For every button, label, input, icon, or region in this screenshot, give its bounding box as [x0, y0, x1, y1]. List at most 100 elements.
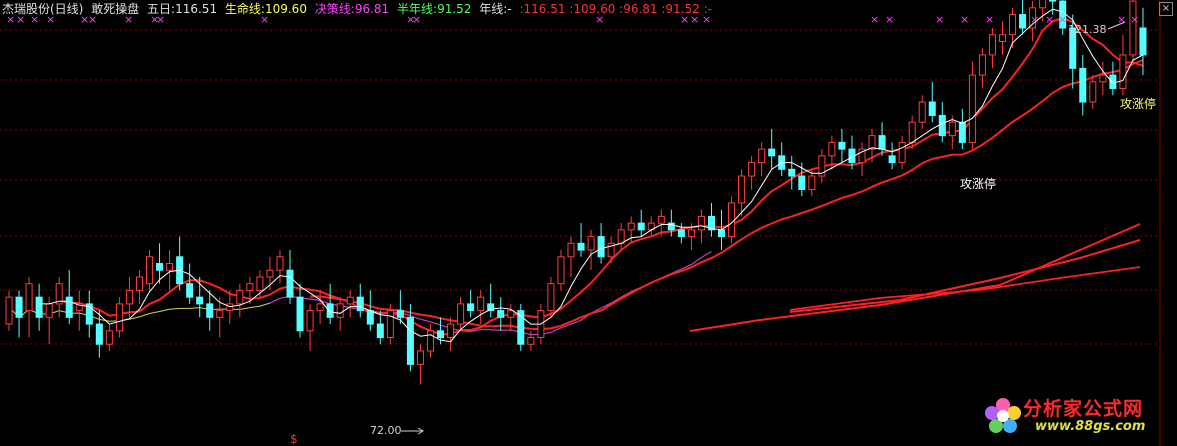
candle-37	[376, 310, 384, 345]
top-marker-19: ×	[960, 13, 969, 26]
candle-body	[376, 323, 384, 339]
candle-body	[938, 114, 946, 137]
dollar-marker: $	[290, 432, 298, 446]
candle-11	[115, 297, 123, 338]
candle-body	[527, 337, 535, 345]
candle-18	[186, 263, 194, 304]
candle-75	[758, 142, 766, 177]
candle-body	[768, 148, 776, 157]
candle-56	[567, 236, 575, 277]
candle-107	[1079, 54, 1087, 116]
life-line-value: 生命线:109.60	[224, 2, 307, 16]
candle-7	[75, 290, 83, 331]
ma5-line-series	[39, 8, 1144, 343]
candle-body	[888, 155, 896, 164]
candle-70	[707, 202, 715, 237]
candle-45	[457, 297, 465, 331]
candle-72	[728, 196, 736, 244]
candle-3	[35, 283, 43, 331]
candle-body	[988, 34, 996, 56]
candle-34	[346, 290, 354, 318]
half-year-line	[689, 223, 1141, 332]
candle-61	[617, 223, 625, 251]
candle-body	[868, 135, 876, 150]
top-marker-23: ×	[1058, 13, 1067, 26]
candle-body	[266, 269, 274, 278]
candle-60	[607, 236, 615, 264]
candle-body	[5, 296, 13, 325]
candle-64	[647, 216, 655, 237]
candle-body	[316, 303, 324, 312]
candle-30	[306, 303, 314, 351]
candle-body	[276, 256, 284, 271]
candle-76	[768, 128, 776, 170]
candle-body	[908, 121, 916, 143]
candle-110	[1109, 61, 1117, 96]
candle-8	[85, 290, 93, 338]
watermark-title: 分析家公式网	[1023, 398, 1144, 420]
candle-body	[838, 141, 846, 150]
candle-body	[978, 54, 986, 76]
year-line	[789, 239, 1141, 313]
grid-lines	[0, 0, 1161, 446]
half-year-line-value: 半年线:91.52	[397, 2, 472, 16]
candle-99	[998, 21, 1007, 55]
close-icon[interactable]: ×	[1159, 2, 1173, 16]
candle-46	[467, 290, 475, 318]
candle-112	[1129, 0, 1137, 62]
candle-87	[878, 122, 886, 156]
candle-body	[115, 303, 123, 332]
candlestick-chart[interactable]: × × × × ×× × ×× × ×× × × × × × × × × × × × × × × 121.3872.00攻涨…	[0, 0, 1177, 446]
candle-body	[1129, 0, 1137, 56]
candle-body	[135, 276, 143, 291]
candle-body	[567, 242, 575, 258]
candle-body	[758, 148, 766, 164]
candle-17	[176, 236, 184, 291]
candle-body	[306, 310, 314, 332]
candle-body	[356, 296, 364, 312]
high-price-label: 121.38	[1068, 23, 1107, 36]
candle-20	[206, 290, 214, 331]
candle-body	[697, 215, 705, 231]
candle-body	[507, 310, 515, 318]
candle-body	[156, 263, 164, 271]
candle-body	[1019, 14, 1027, 29]
top-marker-18: ×	[935, 13, 944, 26]
candle-9	[95, 310, 103, 358]
candle-body	[748, 162, 756, 177]
candle-55	[557, 250, 565, 291]
candle-body	[166, 263, 174, 271]
candle-body	[1099, 74, 1107, 83]
candle-body	[547, 283, 555, 312]
candle-48	[487, 283, 495, 318]
candle-81	[818, 149, 826, 183]
candle-85	[858, 142, 866, 177]
candle-22	[226, 290, 234, 325]
candle-body	[286, 269, 294, 298]
candle-body	[386, 310, 394, 339]
candles	[5, 0, 1147, 385]
candle-1	[15, 290, 23, 338]
mid-line	[310, 59, 1144, 331]
candle-body	[717, 229, 726, 238]
candle-58	[587, 229, 595, 271]
candle-body	[798, 175, 806, 190]
candle-body	[15, 296, 23, 318]
candle-54	[547, 276, 555, 318]
candle-body	[326, 303, 334, 318]
top-marker-20: ×	[985, 13, 994, 26]
candle-96	[968, 61, 976, 150]
indicator-name: 敢死操盘	[91, 2, 140, 16]
candle-98	[988, 28, 996, 69]
candle-body	[477, 296, 485, 312]
candle-body	[246, 283, 254, 291]
candle-47	[477, 290, 485, 325]
candle-body	[928, 101, 936, 116]
candle-body	[447, 323, 455, 339]
candle-body	[1049, 0, 1057, 2]
candle-29	[296, 283, 304, 338]
candle-body	[186, 283, 194, 298]
candle-body	[998, 34, 1007, 42]
candle-2	[25, 276, 33, 338]
candle-16	[166, 250, 174, 291]
